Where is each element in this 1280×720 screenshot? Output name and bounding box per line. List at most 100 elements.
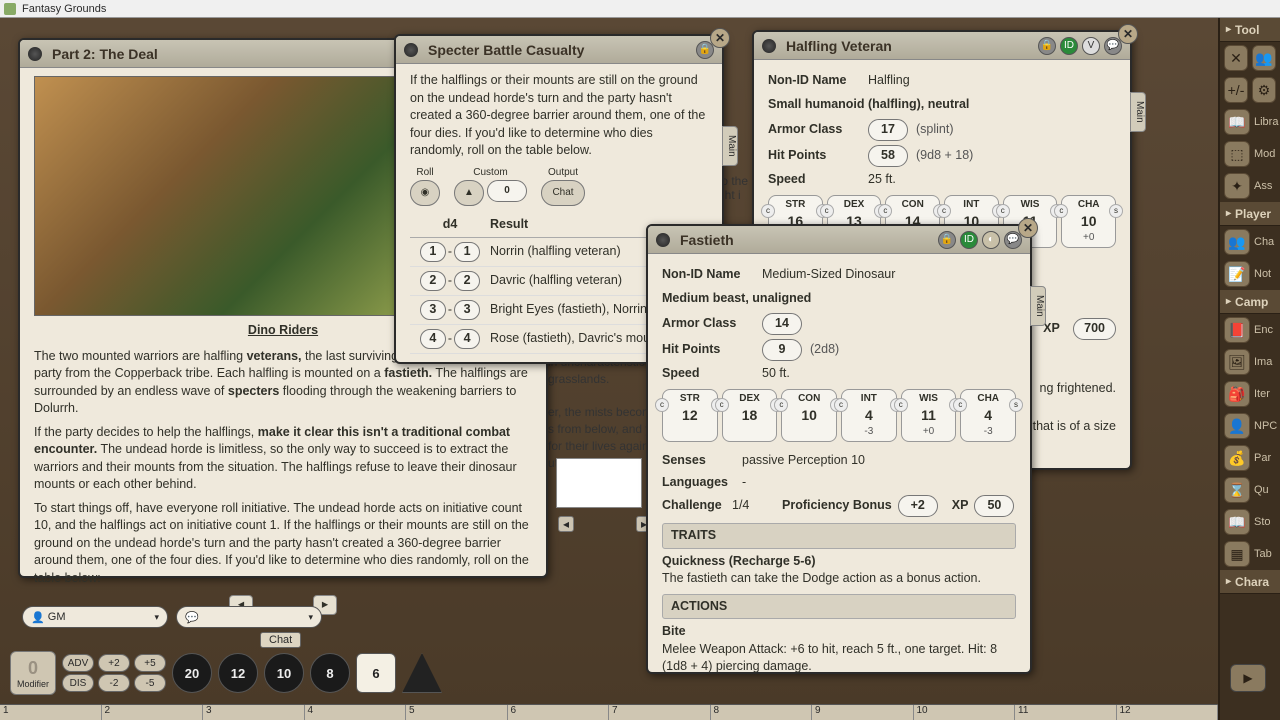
sidebar-item-tables[interactable]: ▦Tab <box>1220 538 1280 570</box>
desktop: in uncharacteristic sgrasslands. er, the… <box>0 18 1280 720</box>
sidebar-group-player[interactable]: Player <box>1220 202 1280 226</box>
tab-main[interactable]: Main <box>1130 92 1146 132</box>
d4-die[interactable] <box>402 653 442 693</box>
creature-type: Small humanoid (halfling), neutral <box>768 96 1116 114</box>
plus2-button[interactable]: +2 <box>98 654 130 672</box>
d20-die[interactable]: 20 <box>172 653 212 693</box>
npc-icon: 👤 <box>1224 413 1250 439</box>
story-icon: 📖 <box>1224 509 1250 535</box>
sidebar-item-images[interactable]: 🖼Ima <box>1220 346 1280 378</box>
sidebar-item-assets[interactable]: ✦Ass <box>1220 170 1280 202</box>
titlebar: Fantasy Grounds <box>0 0 1280 18</box>
pb-value[interactable]: +2 <box>898 495 938 517</box>
sidebar-group-camp[interactable]: Camp <box>1220 290 1280 314</box>
sidebar-item-quests[interactable]: ⌛Qu <box>1220 474 1280 506</box>
book-icon: 📖 <box>1224 109 1250 135</box>
dis-button[interactable]: DIS <box>62 674 94 692</box>
ac-value[interactable]: 14 <box>762 313 802 335</box>
sidebar-item-encounters[interactable]: 📕Enc <box>1220 314 1280 346</box>
xp-value[interactable]: 700 <box>1073 318 1116 340</box>
stat-cha[interactable]: CHA4-3 <box>960 389 1016 443</box>
ruler: 123 456 789 101112 <box>0 704 1218 720</box>
table-description: If the halflings or their mounts are sti… <box>410 72 708 160</box>
close-icon[interactable]: ✕ <box>710 28 730 48</box>
visibility-icon[interactable]: V <box>1082 37 1100 55</box>
creature-type: Medium beast, unaligned <box>662 290 1016 308</box>
stat-dex[interactable]: DEX18 <box>722 389 778 443</box>
mood-select[interactable]: 💬 <box>176 606 322 628</box>
adv-button[interactable]: ADV <box>62 654 94 672</box>
app-title: Fantasy Grounds <box>22 3 106 15</box>
d6-die[interactable]: 6 <box>356 653 396 693</box>
tab-main[interactable]: Main <box>1030 286 1046 326</box>
token-icon[interactable]: ◐ <box>982 231 1000 249</box>
drag-handle-icon[interactable] <box>28 47 42 61</box>
window-header[interactable]: Specter Battle Casualty 🔒 <box>396 36 722 64</box>
window-title: Halfling Veteran <box>786 38 1034 54</box>
hourglass-icon: ⌛ <box>1224 477 1250 503</box>
window-title: Specter Battle Casualty <box>428 42 692 58</box>
note-icon: 📝 <box>1224 261 1250 287</box>
gm-select[interactable]: 👤 GM <box>22 606 168 628</box>
sidebar-item-characters[interactable]: 👥Cha <box>1220 226 1280 258</box>
ac-value[interactable]: 17 <box>868 119 908 141</box>
minus2-button[interactable]: -2 <box>98 674 130 692</box>
minus5-button[interactable]: -5 <box>134 674 166 692</box>
lock-icon[interactable]: 🔒 <box>1038 37 1056 55</box>
d8-die[interactable]: 8 <box>310 653 350 693</box>
chat-area: 👤 GM 💬 <box>22 606 322 630</box>
story-image <box>34 76 404 316</box>
hp-value[interactable]: 58 <box>868 145 908 167</box>
drag-handle-icon[interactable] <box>404 43 418 57</box>
id-icon[interactable]: ID <box>960 231 978 249</box>
sidebar-group-character[interactable]: Chara <box>1220 570 1280 594</box>
d12-die[interactable]: 12 <box>218 653 258 693</box>
asset-icon: ✦ <box>1224 173 1250 199</box>
actions-header: ACTIONS <box>662 594 1016 620</box>
ability-scores: STR12 DEX18 CON10 INT4-3 WIS11+0 CHA4-3 <box>662 389 1016 443</box>
sidebar-item-parcels[interactable]: 💰Par <box>1220 442 1280 474</box>
window-header[interactable]: Halfling Veteran 🔒 ID V 💬 <box>754 32 1130 60</box>
tab-main[interactable]: Main <box>722 126 738 166</box>
sidebar-item-modules[interactable]: ⬚Mod <box>1220 138 1280 170</box>
sidebar-item-items[interactable]: 🎒Iter <box>1220 378 1280 410</box>
drag-handle-icon[interactable] <box>762 39 776 53</box>
id-icon[interactable]: ID <box>1060 37 1078 55</box>
encounter-icon: 📕 <box>1224 317 1250 343</box>
custom-die-icon[interactable]: ▲ <box>454 180 484 206</box>
d10-die[interactable]: 10 <box>264 653 304 693</box>
sidebar-item-notes[interactable]: 📝Not <box>1220 258 1280 290</box>
tool-icon: ⚙ <box>1252 77 1276 103</box>
sidebar-group-tools[interactable]: Tool <box>1220 18 1280 42</box>
xp-value[interactable]: 50 <box>974 495 1014 517</box>
nav-left-icon[interactable]: ◂ <box>558 516 574 532</box>
hp-value[interactable]: 9 <box>762 339 802 361</box>
story-text: The two mounted warriors are halfling ve… <box>34 348 532 588</box>
output-button[interactable]: Chat <box>541 180 585 206</box>
play-button[interactable]: ▶ <box>1230 664 1266 692</box>
sidebar-item-npcs[interactable]: 👤NPC <box>1220 410 1280 442</box>
window-header[interactable]: Fastieth 🔒 ID ◐ 💬 <box>648 226 1030 254</box>
traits-header: TRAITS <box>662 523 1016 549</box>
roll-button[interactable]: ◉ <box>410 180 440 206</box>
close-icon[interactable]: ✕ <box>1118 24 1138 44</box>
npc-fastieth-window: ✕ Fastieth 🔒 ID ◐ 💬 Main Non-ID NameMedi… <box>646 224 1032 674</box>
sidebar-item[interactable]: ✕👥 <box>1220 42 1280 74</box>
close-icon[interactable]: ✕ <box>1018 218 1038 238</box>
nonid-value: Halfling <box>868 72 910 90</box>
modifier-box[interactable]: 0Modifier <box>10 651 56 695</box>
plus5-button[interactable]: +5 <box>134 654 166 672</box>
custom-value[interactable]: 0 <box>487 180 527 202</box>
tool-icon: ✕ <box>1224 45 1248 71</box>
drag-handle-icon[interactable] <box>656 233 670 247</box>
stat-cha[interactable]: CHA10+0 <box>1061 195 1116 249</box>
stat-int[interactable]: INT4-3 <box>841 389 897 443</box>
lock-icon[interactable]: 🔒 <box>938 231 956 249</box>
sidebar-item-library[interactable]: 📖Libra <box>1220 106 1280 138</box>
stat-str[interactable]: STR12 <box>662 389 718 443</box>
stat-con[interactable]: CON10 <box>781 389 837 443</box>
sidebar-item[interactable]: +/-⚙ <box>1220 74 1280 106</box>
sidebar-item-story[interactable]: 📖Sto <box>1220 506 1280 538</box>
image-icon: 🖼 <box>1224 349 1250 375</box>
stat-wis[interactable]: WIS11+0 <box>901 389 957 443</box>
